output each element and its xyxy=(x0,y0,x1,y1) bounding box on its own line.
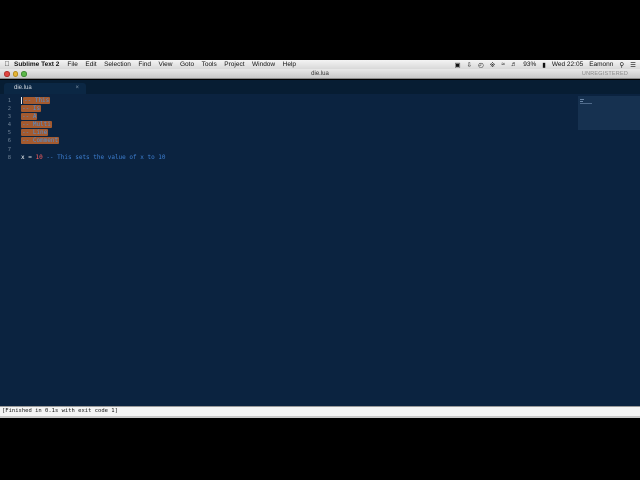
battery-percent: 93% xyxy=(523,61,537,68)
line-number: 5 xyxy=(7,130,11,137)
code-number: 10 xyxy=(35,153,43,161)
status-area: ▣ ⇩ ◴ ※ ≈ ♬ 93% ▮ Wed 22:05 Eamonn ⚲ ☰ xyxy=(448,60,636,69)
code-line[interactable]: -- This xyxy=(21,97,166,105)
wifi-icon[interactable]: ≈ xyxy=(501,61,505,68)
line-number: 2 xyxy=(7,106,11,113)
volume-icon[interactable]: ♬ xyxy=(511,61,518,68)
clock-icon[interactable]: ◴ xyxy=(478,61,484,69)
line-number: 1 xyxy=(7,98,11,104)
minimap-line xyxy=(580,103,592,104)
code-line[interactable]: -- Line xyxy=(21,129,166,137)
spotlight-search-icon[interactable]: ⚲ xyxy=(619,61,624,69)
menu-find[interactable]: Find xyxy=(138,61,151,68)
selected-text[interactable]: -- Comment xyxy=(21,137,60,145)
menu-edit[interactable]: Edit xyxy=(85,61,96,68)
menu-window[interactable]: Window xyxy=(252,61,275,68)
window-title: die.lua xyxy=(311,70,329,77)
line-number-gutter: 1 2 3 4 5 6 7 8 xyxy=(0,97,14,162)
code-area[interactable]: -- This -- Is -- A -- Multi -- Line -- C… xyxy=(21,97,166,162)
screen-record-icon[interactable]: ▣ xyxy=(454,61,460,69)
selected-text[interactable]: -- Multi xyxy=(21,121,52,129)
window-titlebar: die.lua UNREGISTERED xyxy=(0,69,640,79)
apple-icon[interactable]:  xyxy=(0,61,14,68)
text-cursor xyxy=(21,97,22,104)
bluetooth-icon[interactable]: ※ xyxy=(490,61,495,69)
unregistered-label: UNREGISTERED xyxy=(581,71,628,77)
line-number: 4 xyxy=(7,122,11,129)
code-operator: = xyxy=(24,153,36,161)
menu-bar:  Sublime Text 2 File Edit Selection Fin… xyxy=(0,60,640,69)
code-comment: -- This sets the value of x to 10 xyxy=(42,153,166,161)
tab-bar: die.lua × xyxy=(0,80,640,94)
code-line[interactable]: -- Comment xyxy=(21,137,166,145)
menu-project[interactable]: Project xyxy=(224,61,244,68)
line-number: 7 xyxy=(7,146,11,153)
selected-text[interactable]: -- Line xyxy=(21,129,49,137)
code-line[interactable]: x = 10 -- This sets the value of x to 10 xyxy=(21,154,166,162)
minimap[interactable] xyxy=(578,96,640,130)
selected-text[interactable]: -- This xyxy=(23,97,51,104)
menu-view[interactable]: View xyxy=(159,61,173,68)
minimap-line xyxy=(580,99,584,100)
menu-help[interactable]: Help xyxy=(283,61,296,68)
menu-tools[interactable]: Tools xyxy=(202,61,217,68)
battery-icon[interactable]: ▮ xyxy=(542,61,546,69)
menu-goto[interactable]: Goto xyxy=(180,61,194,68)
download-icon[interactable]: ⇩ xyxy=(467,61,472,69)
line-number: 6 xyxy=(7,138,11,145)
menu-selection[interactable]: Selection xyxy=(104,61,131,68)
user-name[interactable]: Eamonn xyxy=(589,61,613,68)
code-line[interactable]: -- A xyxy=(21,113,166,121)
code-line[interactable]: -- Multi xyxy=(21,121,166,129)
tab-close-icon[interactable]: × xyxy=(75,85,79,91)
clock-text[interactable]: Wed 22:05 xyxy=(552,61,583,68)
code-line[interactable] xyxy=(21,146,166,154)
code-editor[interactable]: 1 2 3 4 5 6 7 8 -- This -- Is -- A -- Mu… xyxy=(0,94,640,406)
selected-text[interactable]: -- A xyxy=(21,113,38,121)
notification-list-icon[interactable]: ☰ xyxy=(630,61,636,69)
menu-app-name[interactable]: Sublime Text 2 xyxy=(14,61,59,68)
tab-die-lua[interactable]: die.lua × xyxy=(4,83,86,94)
status-bar xyxy=(0,416,640,418)
code-line[interactable]: -- Is xyxy=(21,105,166,113)
menu-file[interactable]: File xyxy=(67,61,77,68)
line-number: 8 xyxy=(7,154,11,161)
selected-text[interactable]: -- Is xyxy=(21,105,42,113)
line-number: 3 xyxy=(7,114,11,121)
build-output-panel[interactable]: [Finished in 0.1s with exit code 1] xyxy=(0,407,640,416)
tab-label: die.lua xyxy=(14,85,32,91)
minimap-line xyxy=(580,101,583,102)
